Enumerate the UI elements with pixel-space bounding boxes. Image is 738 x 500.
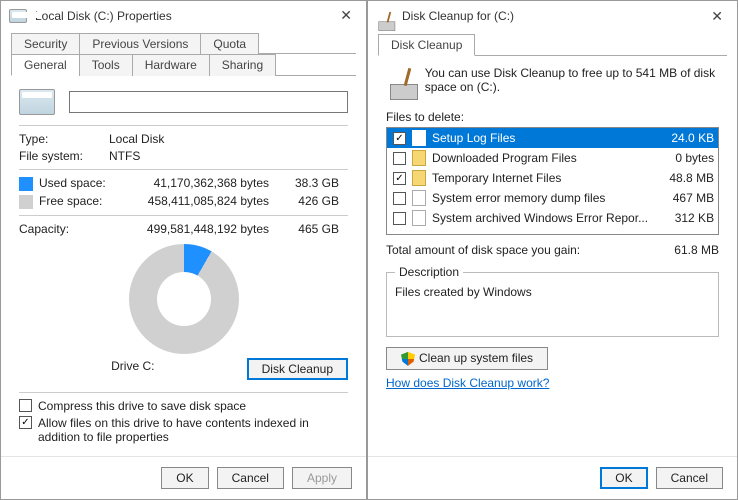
titlebar: Local Disk (C:) Properties ✕ xyxy=(1,1,366,30)
cancel-button[interactable]: Cancel xyxy=(217,467,284,489)
tab-sharing[interactable]: Sharing xyxy=(209,54,276,76)
file-name: System error memory dump files xyxy=(432,191,648,205)
file-icon xyxy=(412,190,426,206)
usage-donut xyxy=(129,244,239,354)
shield-icon xyxy=(401,352,415,366)
type-label: Type: xyxy=(19,132,109,146)
clean-system-files-button[interactable]: Clean up system files xyxy=(386,347,548,370)
tabs-row: Disk Cleanup xyxy=(378,33,727,56)
description-text: Files created by Windows xyxy=(395,285,710,299)
disk-cleanup-button[interactable]: Disk Cleanup xyxy=(247,358,348,380)
file-name: Setup Log Files xyxy=(432,131,648,145)
type-value: Local Disk xyxy=(109,132,164,146)
file-checkbox[interactable] xyxy=(393,192,406,205)
tab-disk-cleanup[interactable]: Disk Cleanup xyxy=(378,34,475,56)
file-checkbox[interactable] xyxy=(393,172,406,185)
cancel-button[interactable]: Cancel xyxy=(656,467,723,489)
free-label: Free space: xyxy=(39,194,102,208)
capacity-label: Capacity: xyxy=(19,222,109,236)
disk-cleanup-dialog: Disk Cleanup for (C:) ✕ Disk Cleanup You… xyxy=(367,0,738,500)
fs-value: NTFS xyxy=(109,149,140,163)
file-row[interactable]: Setup Log Files 24.0 KB xyxy=(387,128,719,148)
tab-hardware[interactable]: Hardware xyxy=(132,54,210,76)
close-icon[interactable]: ✕ xyxy=(705,8,729,25)
file-name: Temporary Internet Files xyxy=(432,171,648,185)
file-checkbox[interactable] xyxy=(393,152,406,165)
window-title: Disk Cleanup for (C:) xyxy=(402,9,697,23)
used-bytes: 41,170,362,368 bytes xyxy=(109,176,269,190)
tabs-row-1: Security Previous Versions Quota xyxy=(11,32,356,54)
cleanup-icon xyxy=(376,11,387,22)
file-row[interactable]: Downloaded Program Files 0 bytes xyxy=(387,148,719,168)
free-gb: 426 GB xyxy=(269,194,339,208)
used-swatch xyxy=(19,177,33,191)
cleanup-content: You can use Disk Cleanup to free up to 5… xyxy=(368,56,737,456)
button-bar: OK Cancel xyxy=(368,456,737,499)
drive-label: Drive C: xyxy=(19,359,247,373)
description-legend: Description xyxy=(395,265,463,279)
tabs-row-2: General Tools Hardware Sharing xyxy=(11,53,356,76)
file-size: 48.8 MB xyxy=(654,171,714,185)
folder-icon xyxy=(412,150,426,166)
close-icon[interactable]: ✕ xyxy=(334,7,358,24)
file-size: 312 KB xyxy=(654,211,714,225)
file-size: 24.0 KB xyxy=(654,131,714,145)
properties-dialog: Local Disk (C:) Properties ✕ Security Pr… xyxy=(0,0,367,500)
file-checkbox[interactable] xyxy=(393,132,406,145)
compress-label: Compress this drive to save disk space xyxy=(38,399,246,413)
capacity-gb: 465 GB xyxy=(269,222,339,236)
tab-security[interactable]: Security xyxy=(11,33,80,54)
ok-button[interactable]: OK xyxy=(600,467,647,489)
file-size: 467 MB xyxy=(654,191,714,205)
file-icon xyxy=(412,210,426,226)
index-label: Allow files on this drive to have conten… xyxy=(38,416,348,444)
volume-label-input[interactable] xyxy=(69,91,348,113)
folder-icon xyxy=(412,170,426,186)
drive-icon xyxy=(9,9,27,23)
cleanup-icon xyxy=(386,66,415,102)
tab-general[interactable]: General xyxy=(11,54,80,76)
used-gb: 38.3 GB xyxy=(269,176,339,190)
index-checkbox[interactable] xyxy=(19,416,32,429)
description-group: Description Files created by Windows xyxy=(386,265,719,337)
file-icon xyxy=(412,130,426,146)
tab-tools[interactable]: Tools xyxy=(79,54,133,76)
files-to-delete-label: Files to delete: xyxy=(386,110,719,124)
titlebar: Disk Cleanup for (C:) ✕ xyxy=(368,1,737,31)
total-label: Total amount of disk space you gain: xyxy=(386,243,674,257)
drive-icon xyxy=(19,89,55,115)
cleanup-headline: You can use Disk Cleanup to free up to 5… xyxy=(425,66,719,102)
free-bytes: 458,411,085,824 bytes xyxy=(109,194,269,208)
total-value: 61.8 MB xyxy=(674,243,719,257)
used-label: Used space: xyxy=(39,176,106,190)
button-bar: OK Cancel Apply xyxy=(1,456,366,499)
general-content: Type:Local Disk File system:NTFS Used sp… xyxy=(1,76,366,456)
apply-button[interactable]: Apply xyxy=(292,467,352,489)
file-list: Setup Log Files 24.0 KB Downloaded Program… xyxy=(386,127,719,235)
help-link[interactable]: How does Disk Cleanup work? xyxy=(386,376,549,390)
file-row[interactable]: System archived Windows Error Repor... 31… xyxy=(387,208,719,228)
window-title: Local Disk (C:) Properties xyxy=(35,9,326,23)
file-size: 0 bytes xyxy=(654,151,714,165)
compress-checkbox[interactable] xyxy=(19,399,32,412)
file-name: Downloaded Program Files xyxy=(432,151,648,165)
file-checkbox[interactable] xyxy=(393,212,406,225)
fs-label: File system: xyxy=(19,149,109,163)
capacity-bytes: 499,581,448,192 bytes xyxy=(109,222,269,236)
file-name: System archived Windows Error Repor... xyxy=(432,211,648,225)
tab-quota[interactable]: Quota xyxy=(200,33,259,54)
free-swatch xyxy=(19,195,33,209)
ok-button[interactable]: OK xyxy=(161,467,208,489)
file-row[interactable]: Temporary Internet Files 48.8 MB xyxy=(387,168,719,188)
file-row[interactable]: System error memory dump files 467 MB xyxy=(387,188,719,208)
tab-previous-versions[interactable]: Previous Versions xyxy=(79,33,201,54)
